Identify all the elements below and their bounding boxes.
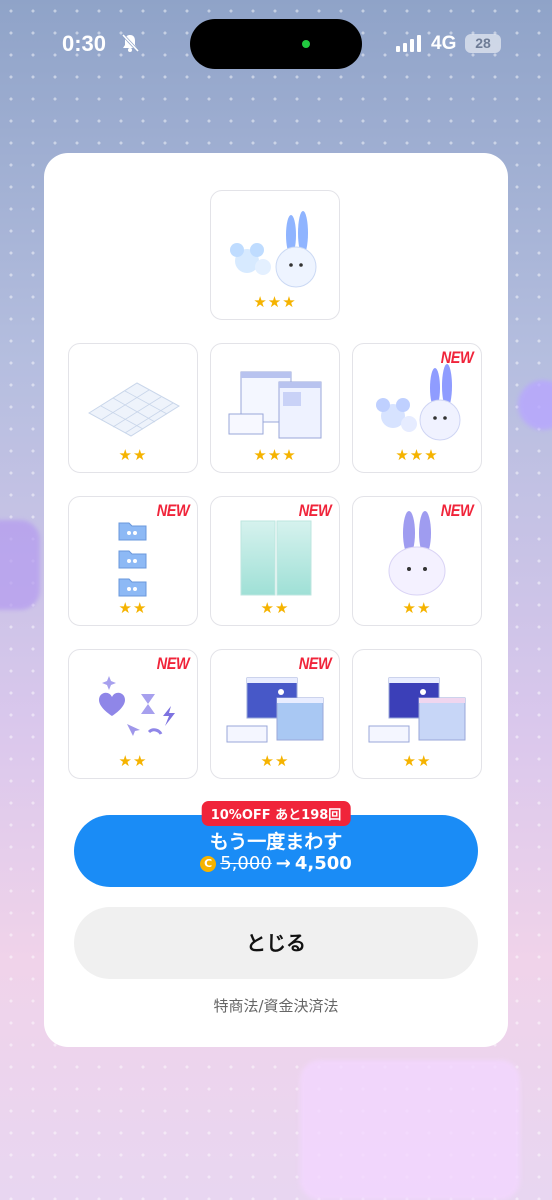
rarity-stars: ★★ xyxy=(118,446,148,464)
dynamic-island xyxy=(190,19,362,69)
discount-badge: 10%OFF あと198回 xyxy=(201,801,351,826)
night-windows-icon xyxy=(368,677,466,743)
legal-link[interactable]: 特商法/資金決済法 xyxy=(44,995,508,1016)
item-card[interactable]: ★★★ xyxy=(210,190,340,320)
item-card[interactable]: NEW ★★ xyxy=(68,649,198,779)
coin-icon: C xyxy=(200,855,217,872)
folders-icon xyxy=(118,522,147,597)
night-windows-icon xyxy=(226,677,324,743)
rarity-stars: ★★ xyxy=(118,599,148,617)
rarity-stars: ★★★ xyxy=(395,446,439,464)
item-card[interactable]: NEW ★★ xyxy=(352,496,482,626)
rarity-stars: ★★ xyxy=(118,752,148,770)
price-row: C 5,000 → 4,500 xyxy=(74,853,478,874)
rarity-stars: ★★ xyxy=(402,752,432,770)
status-time: 0:30 xyxy=(62,31,107,56)
item-card[interactable]: ★★★ xyxy=(210,343,340,473)
price-arrow: → xyxy=(275,853,291,874)
item-card[interactable]: NEW ★★ xyxy=(210,496,340,626)
close-button[interactable]: とじる xyxy=(74,907,478,979)
item-card[interactable]: NEW ★★ xyxy=(210,649,340,779)
bell-muted-icon xyxy=(120,33,140,57)
item-card[interactable]: NEW ★★★ xyxy=(352,343,482,473)
old-price: 5,000 xyxy=(220,853,272,874)
rarity-stars: ★★ xyxy=(402,599,432,617)
rarity-stars: ★★ xyxy=(260,752,290,770)
rarity-stars: ★★★ xyxy=(253,446,297,464)
spin-again-label: もう一度まわす xyxy=(209,831,343,853)
item-card[interactable]: NEW ★★ xyxy=(68,496,198,626)
spin-again-area: 10%OFF あと198回 もう一度まわす C 5,000 → 4,500 xyxy=(74,801,478,891)
item-card[interactable]: ★★ xyxy=(352,649,482,779)
signal-icon xyxy=(396,34,421,52)
gacha-result-modal: ★★★ ★★ ★★★ NEW ★★★ NEW ★★ NEW ★★ NEW ★★ … xyxy=(44,153,508,1047)
mouse-and-bunny-icon xyxy=(230,211,317,288)
network-type: 4G xyxy=(431,33,457,54)
background-cube-decoration xyxy=(300,1060,520,1200)
battery-indicator: 28 xyxy=(465,34,501,53)
glass-panels-icon xyxy=(240,520,312,596)
rarity-stars: ★★ xyxy=(260,599,290,617)
status-bar: 0:30 4G 28 xyxy=(0,0,552,90)
grid-floor-icon xyxy=(88,382,180,437)
mouse-and-bunny-icon xyxy=(376,364,461,441)
new-price: 4,500 xyxy=(294,853,352,874)
background-heart-decoration xyxy=(0,520,40,610)
item-card[interactable]: ★★ xyxy=(68,343,198,473)
rarity-stars: ★★★ xyxy=(253,293,297,311)
bunny-ghost-icon xyxy=(388,511,446,596)
windows-set-icon xyxy=(228,371,322,439)
camera-indicator-icon xyxy=(302,40,310,48)
sticker-set-icon xyxy=(99,676,175,736)
